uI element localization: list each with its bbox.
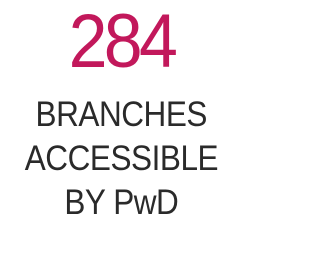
stat-label: BRANCHES ACCESSIBLE BY PwD — [14, 93, 229, 225]
stat-label-line-1: BRANCHES — [35, 95, 208, 134]
stat-label-line-3: BY PwD — [64, 183, 179, 222]
stat-label-line-2: ACCESSIBLE — [24, 139, 219, 178]
stat-card: 284 BRANCHES ACCESSIBLE BY PwD — [0, 0, 243, 255]
stat-number: 284 — [68, 0, 178, 84]
